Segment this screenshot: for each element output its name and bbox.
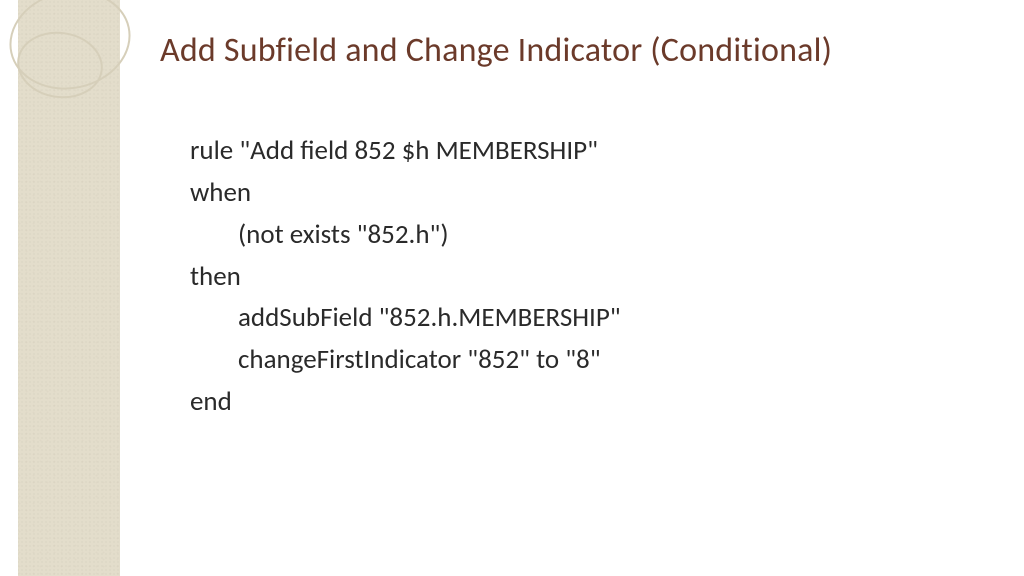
- code-line: addSubField "852.h.MEMBERSHIP": [190, 297, 964, 339]
- code-line: then: [190, 256, 964, 298]
- left-gutter: [0, 0, 18, 576]
- code-line: changeFirstIndicator "852" to "8": [190, 339, 964, 381]
- code-line: rule "Add field 852 $h MEMBERSHIP": [190, 130, 964, 172]
- code-line: end: [190, 381, 964, 423]
- code-line: when: [190, 172, 964, 214]
- code-line: (not exists "852.h"): [190, 214, 964, 256]
- left-decorative-band: [0, 0, 120, 576]
- slide-title: Add Subfield and Change Indicator (Condi…: [160, 30, 1004, 71]
- slide: Add Subfield and Change Indicator (Condi…: [0, 0, 1024, 576]
- code-block: rule "Add field 852 $h MEMBERSHIP" when …: [190, 130, 964, 423]
